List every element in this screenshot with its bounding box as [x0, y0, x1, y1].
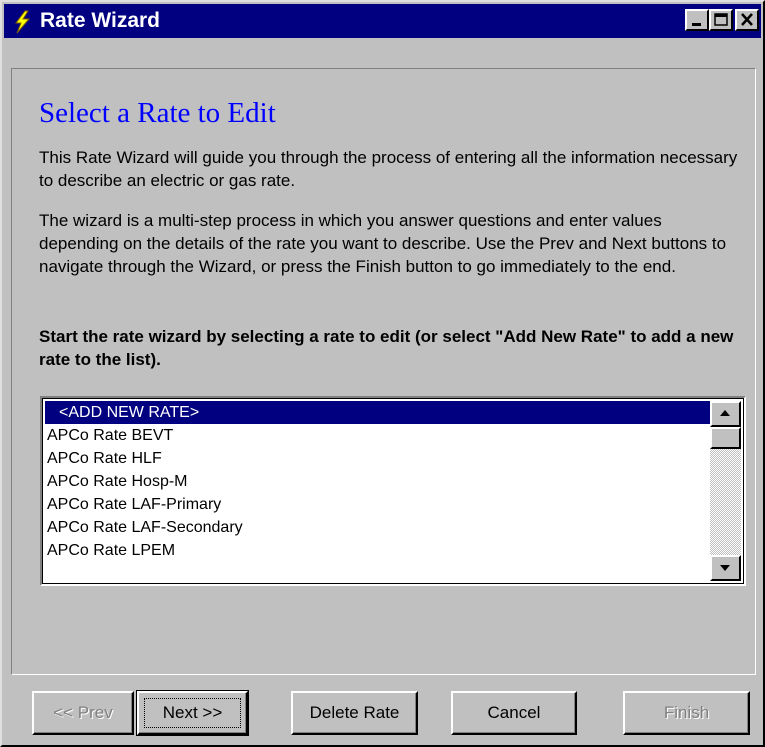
lightning-icon: [12, 10, 32, 34]
list-item[interactable]: APCo Rate LAF-Primary: [45, 493, 710, 516]
rate-listbox[interactable]: <ADD NEW RATE> APCo Rate BEVT APCo Rate HL…: [40, 396, 746, 586]
close-button[interactable]: [735, 9, 759, 31]
cancel-button-label: Cancel: [487, 703, 541, 722]
page-title: Select a Rate to Edit: [39, 97, 276, 129]
minimize-button[interactable]: [685, 9, 709, 31]
instruction-text: Start the rate wizard by selecting a rat…: [39, 327, 734, 369]
description-text: The wizard is a multi-step process in wh…: [39, 211, 727, 276]
rate-list-items: <ADD NEW RATE> APCo Rate BEVT APCo Rate HL…: [45, 401, 710, 562]
next-button[interactable]: Next >>: [136, 690, 249, 736]
intro-text: This Rate Wizard will guide you through …: [39, 148, 738, 190]
list-item[interactable]: APCo Rate Hosp-M: [45, 470, 710, 493]
maximize-button[interactable]: [709, 9, 733, 31]
prev-button-label: << Prev: [53, 703, 113, 722]
finish-button[interactable]: Finish: [623, 691, 750, 735]
cancel-button[interactable]: Cancel: [451, 691, 577, 735]
title-bar[interactable]: Rate Wizard: [4, 4, 761, 38]
list-item[interactable]: APCo Rate HLF: [45, 447, 710, 470]
scroll-up-button[interactable]: [710, 401, 741, 427]
list-item[interactable]: APCo Rate LPEM: [45, 539, 710, 562]
finish-button-label: Finish: [663, 703, 710, 722]
rate-wizard-window: Rate Wizard Select a Rate to Edit This R…: [0, 0, 765, 747]
window-title: Rate Wizard: [40, 9, 161, 32]
list-item[interactable]: APCo Rate BEVT: [45, 424, 710, 447]
vertical-scrollbar[interactable]: [710, 401, 741, 581]
scroll-thumb[interactable]: [710, 427, 741, 449]
prev-button[interactable]: << Prev: [32, 691, 134, 735]
delete-rate-button[interactable]: Delete Rate: [291, 691, 418, 735]
list-item[interactable]: APCo Rate LAF-Secondary: [45, 516, 710, 539]
list-item-selected[interactable]: <ADD NEW RATE>: [45, 401, 710, 424]
next-button-label: Next >>: [162, 703, 223, 722]
delete-rate-button-label: Delete Rate: [309, 703, 400, 722]
scroll-down-button[interactable]: [710, 555, 741, 581]
